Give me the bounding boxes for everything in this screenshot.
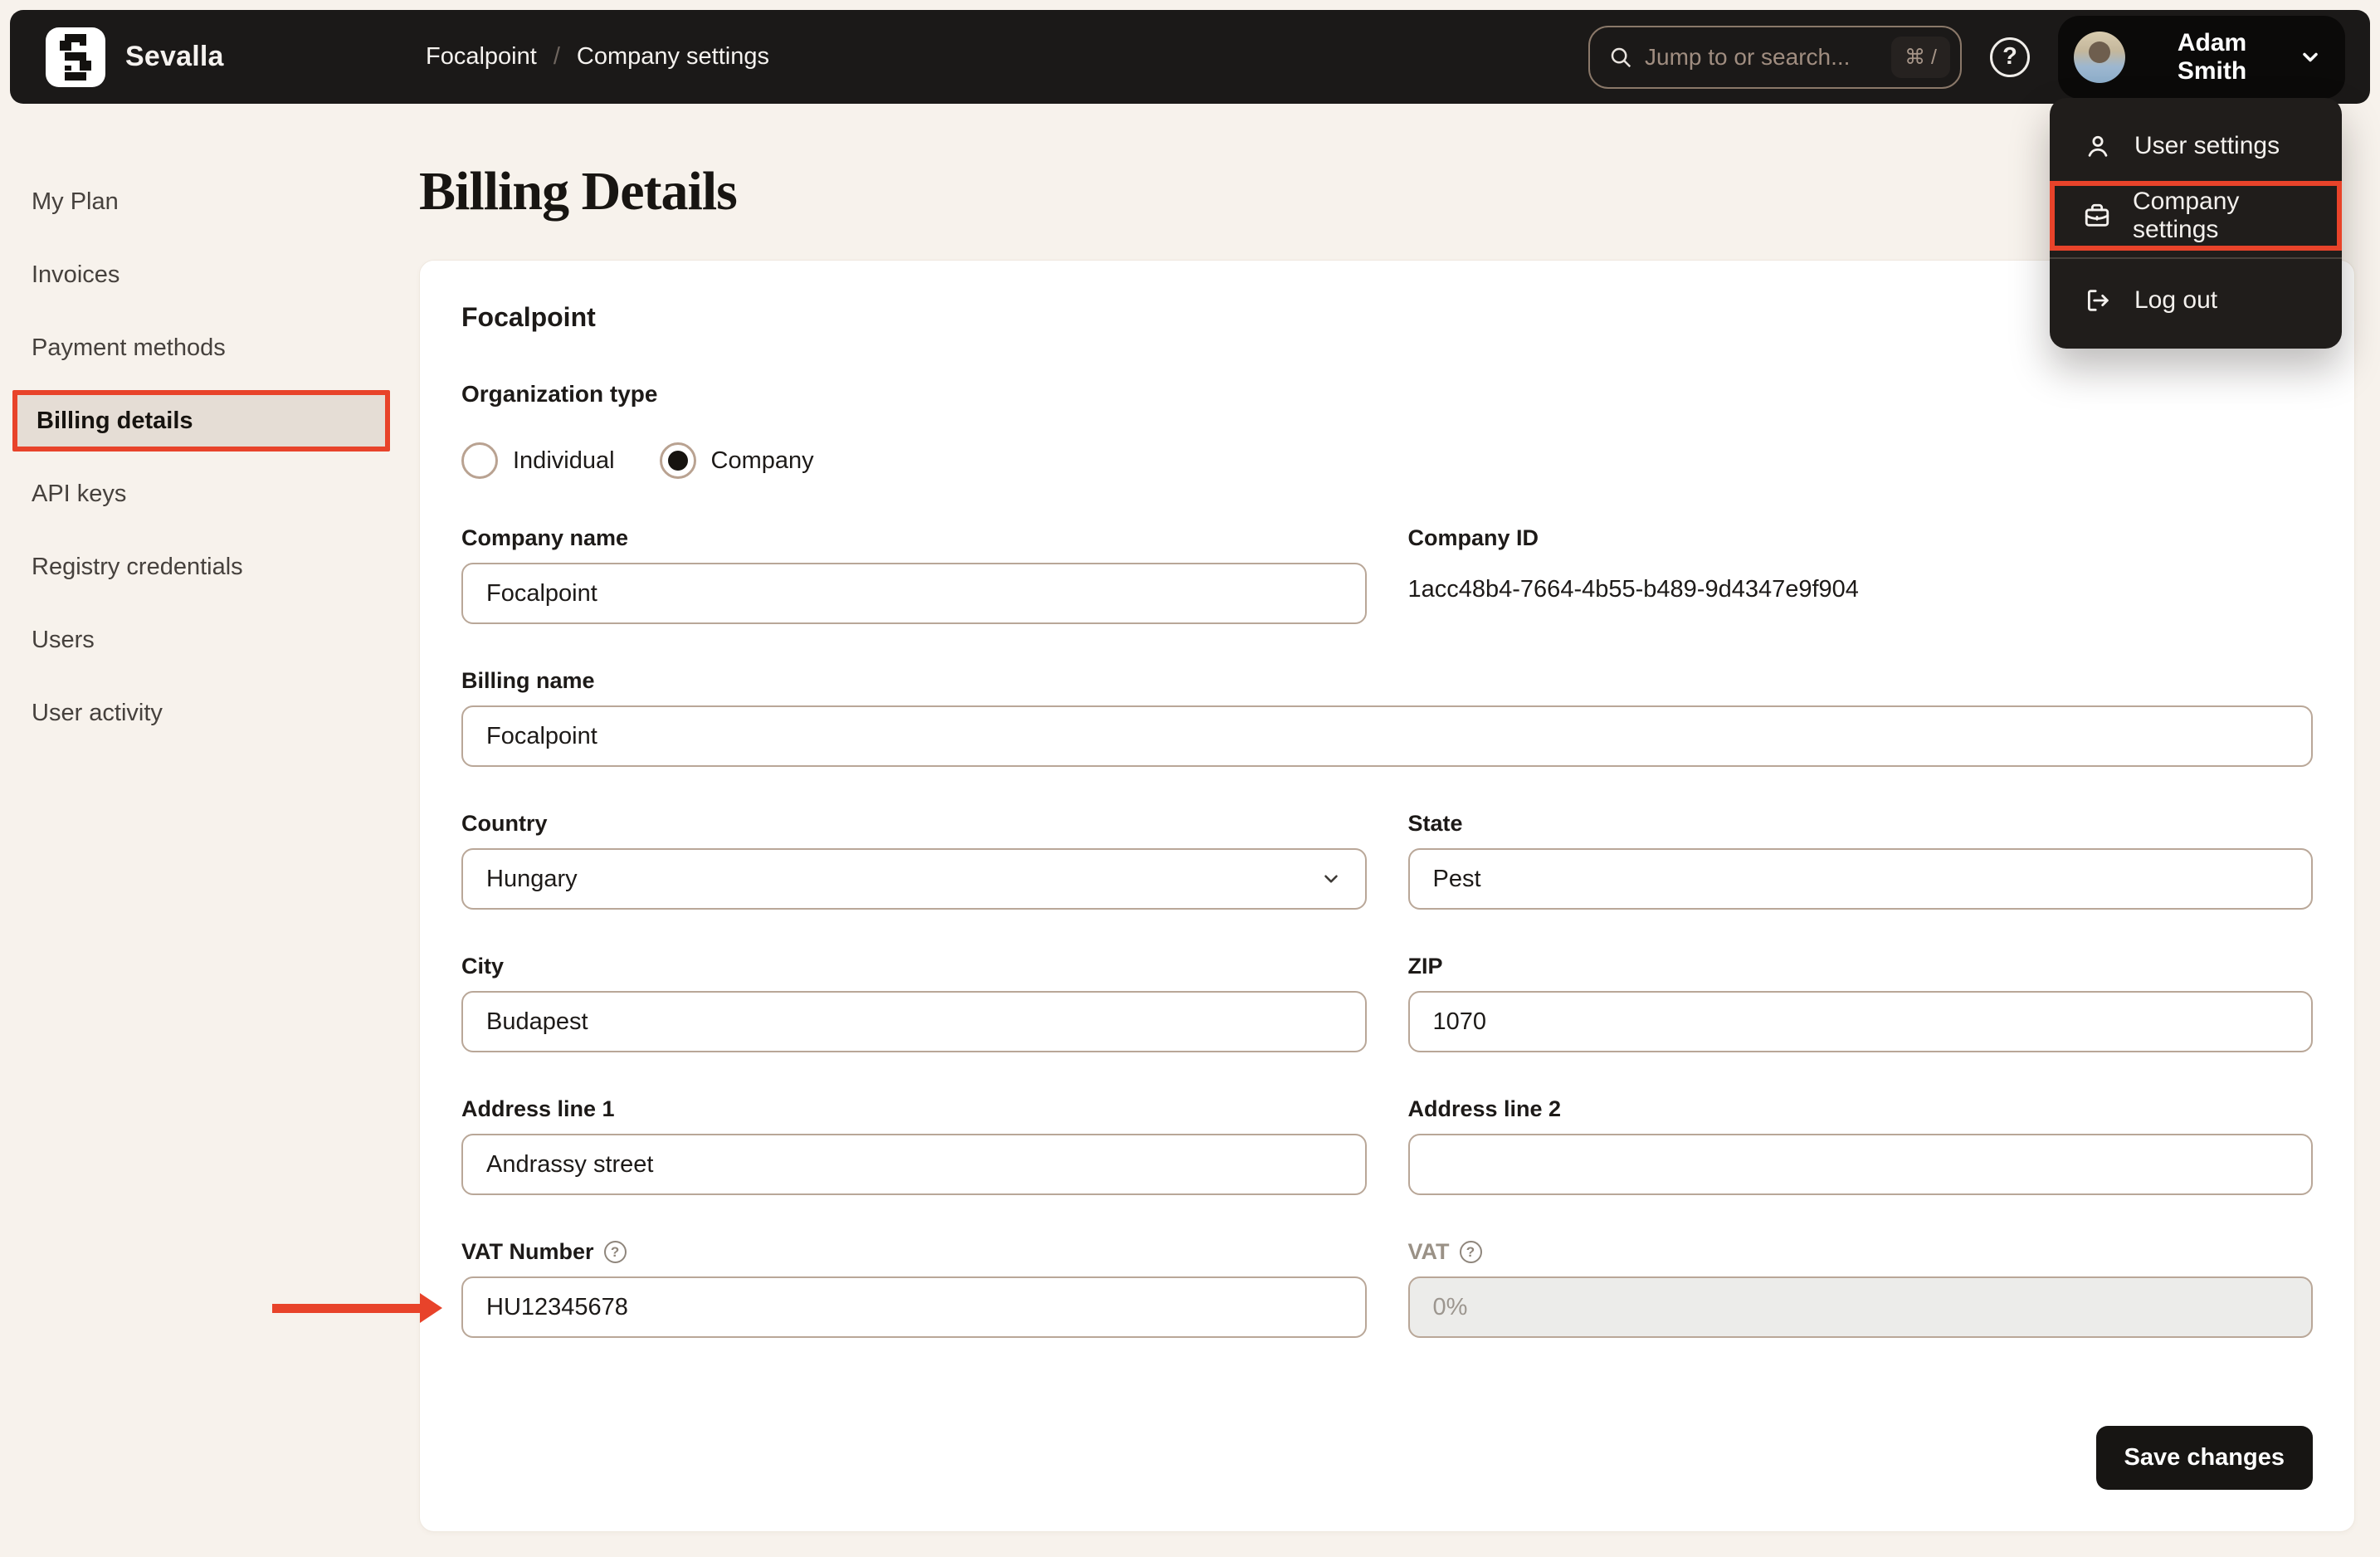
annotation-arrow xyxy=(272,1304,422,1313)
sevalla-logo-glyph xyxy=(60,33,91,81)
topbar: Sevalla Focalpoint / Company settings ⌘ … xyxy=(10,10,2370,104)
field-address-line-1: Address line 1 xyxy=(461,1096,1367,1195)
company-title: Focalpoint xyxy=(461,302,596,332)
billing-details-card: Focalpoint Organization type Individual … xyxy=(419,260,2355,1532)
user-dropdown-menu: User settings Company settings Log out xyxy=(2050,98,2342,349)
sevalla-logo-icon xyxy=(46,27,105,87)
breadcrumb: Focalpoint / Company settings xyxy=(426,10,769,104)
menu-item-label: User settings xyxy=(2134,132,2280,159)
sidebar-item-invoices[interactable]: Invoices xyxy=(0,238,419,311)
country-value: Hungary xyxy=(486,865,578,892)
sidebar-item-billing-details[interactable]: Billing details xyxy=(12,390,390,451)
city-input[interactable] xyxy=(461,991,1367,1052)
state-label: State xyxy=(1407,811,1463,836)
radio-individual[interactable]: Individual xyxy=(461,442,615,479)
brand-name: Sevalla xyxy=(125,41,224,72)
country-select[interactable]: Hungary xyxy=(461,848,1367,910)
search-shortcut-badge: ⌘ / xyxy=(1891,36,1950,78)
menu-item-label: Log out xyxy=(2134,286,2218,314)
breadcrumb-project[interactable]: Focalpoint xyxy=(426,43,537,71)
company-name-label: Company name xyxy=(461,525,629,550)
field-state: State xyxy=(1407,811,2313,910)
radio-company-circle[interactable] xyxy=(659,442,696,479)
sidebar-item-my-plan[interactable]: My Plan xyxy=(0,165,419,238)
annotation-arrow-head xyxy=(420,1293,442,1323)
field-country: Country Hungary xyxy=(461,811,1367,910)
breadcrumb-page: Company settings xyxy=(576,43,769,70)
radio-company-label: Company xyxy=(710,447,814,474)
country-label: Country xyxy=(461,811,548,836)
billing-name-input[interactable] xyxy=(461,705,2313,767)
user-menu-button[interactable]: Adam Smith xyxy=(2058,15,2345,99)
vat-label: VAT ? xyxy=(1408,1239,2314,1265)
radio-individual-circle[interactable] xyxy=(461,442,498,479)
menu-item-company-settings[interactable]: Company settings xyxy=(2050,181,2342,251)
zip-label: ZIP xyxy=(1407,954,1443,979)
vat-label-text: VAT xyxy=(1407,1239,1450,1264)
sidebar-item-payment-methods[interactable]: Payment methods xyxy=(0,311,419,384)
field-vat-number: VAT Number ? xyxy=(461,1239,1367,1338)
logout-icon xyxy=(2083,286,2113,315)
help-icon[interactable]: ? xyxy=(1990,37,2030,77)
field-billing-name: Billing name xyxy=(461,668,2313,767)
field-address-line-2: Address line 2 xyxy=(1407,1096,2313,1195)
breadcrumb-separator: / xyxy=(553,43,560,70)
company-name-input[interactable] xyxy=(461,563,1367,624)
menu-item-label: Company settings xyxy=(2133,188,2240,243)
sidebar-item-api-keys[interactable]: API keys xyxy=(0,457,419,530)
field-company-id: Company ID 1acc48b4-7664-4b55-b489-9d434… xyxy=(1408,525,2314,624)
field-vat: VAT ? xyxy=(1407,1239,2314,1338)
sidebar-item-registry-credentials[interactable]: Registry credentials xyxy=(0,530,419,603)
organization-type-group: Individual Company xyxy=(461,442,2313,479)
company-id-label: Company ID xyxy=(1407,525,1539,550)
radio-company[interactable]: Company xyxy=(659,442,814,479)
avatar xyxy=(2074,31,2125,83)
company-id-value: 1acc48b4-7664-4b55-b489-9d4347e9f904 xyxy=(1407,576,1859,603)
vat-number-label: VAT Number ? xyxy=(461,1239,1367,1265)
menu-divider xyxy=(2050,257,2342,259)
user-icon xyxy=(2083,132,2113,160)
user-name: Adam Smith xyxy=(2177,28,2247,85)
chevron-down-icon xyxy=(1320,868,1342,890)
field-city: City xyxy=(461,954,1367,1052)
search-box[interactable]: ⌘ / xyxy=(1588,25,1962,89)
address-line-1-input[interactable] xyxy=(461,1134,1367,1195)
radio-individual-label: Individual xyxy=(513,447,615,474)
vat-number-label-text: VAT Number xyxy=(461,1239,594,1264)
billing-name-label: Billing name xyxy=(461,668,595,693)
save-changes-button[interactable]: Save changes xyxy=(2095,1426,2313,1490)
organization-type-label: Organization type xyxy=(461,381,658,407)
field-zip: ZIP xyxy=(1407,954,2313,1052)
search-input[interactable] xyxy=(1645,43,1880,71)
address-line-2-input[interactable] xyxy=(1407,1134,2313,1195)
address-line-2-label: Address line 2 xyxy=(1407,1096,1562,1121)
search-icon xyxy=(1608,45,1633,70)
address-line-1-label: Address line 1 xyxy=(461,1096,615,1121)
vat-input xyxy=(1407,1276,2313,1338)
city-label: City xyxy=(461,954,505,979)
sidebar-item-users[interactable]: Users xyxy=(0,603,419,676)
zip-input[interactable] xyxy=(1407,991,2313,1052)
menu-item-user-settings[interactable]: User settings xyxy=(2050,111,2342,181)
menu-item-log-out[interactable]: Log out xyxy=(2050,266,2342,335)
settings-sidebar: My Plan Invoices Payment methods Billing… xyxy=(0,104,419,749)
vat-number-input[interactable] xyxy=(461,1276,1367,1338)
field-company-name: Company name xyxy=(461,525,1367,624)
help-icon[interactable]: ? xyxy=(603,1241,627,1263)
briefcase-icon xyxy=(2083,202,2111,230)
state-input[interactable] xyxy=(1407,848,2313,910)
brand[interactable]: Sevalla xyxy=(46,27,224,87)
sidebar-item-user-activity[interactable]: User activity xyxy=(0,676,419,749)
help-icon[interactable]: ? xyxy=(1459,1241,1482,1263)
chevron-down-icon xyxy=(2299,46,2322,69)
